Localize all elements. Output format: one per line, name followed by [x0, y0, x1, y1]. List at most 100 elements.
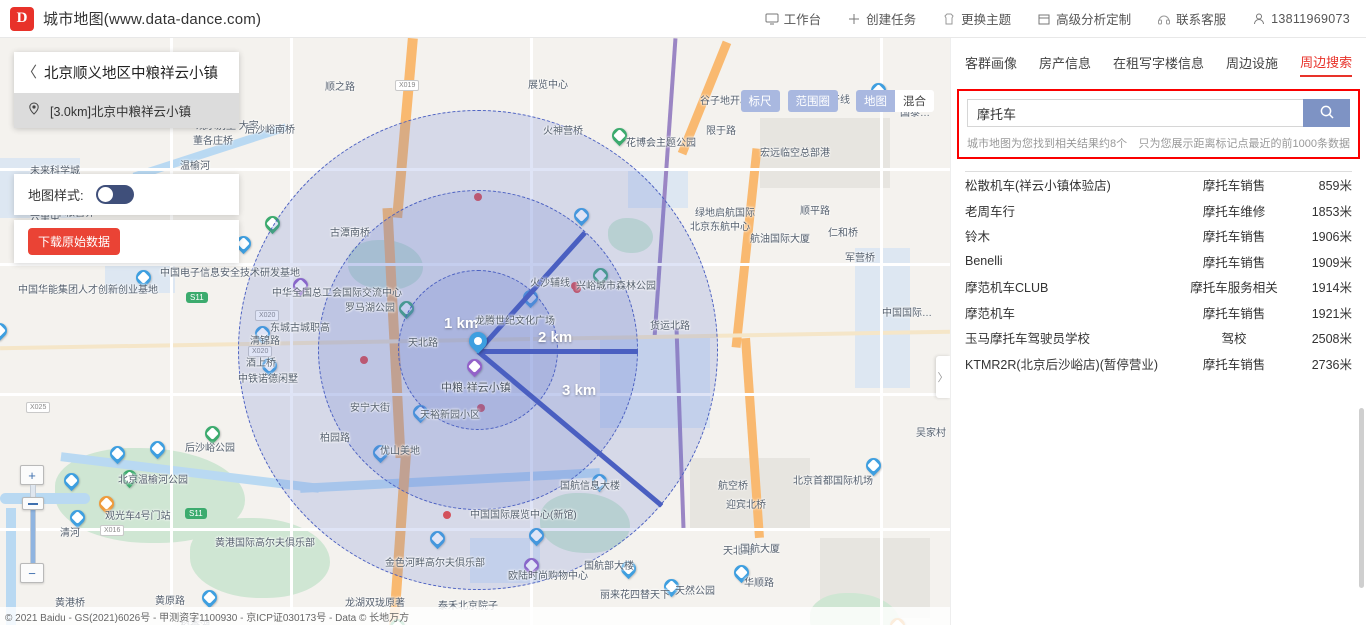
tab-1[interactable]: 房产信息 [1039, 53, 1091, 76]
search-meta: 城市地图为您找到相关结果约8个 只为您展示距离标记点最近的前1000条数据 [967, 135, 1350, 151]
range-circle-button[interactable]: 范围圈 [787, 90, 838, 112]
result-row[interactable]: Benelli 摩托车销售 1909米 [965, 249, 1352, 275]
map-style-panel: 地图样式: [14, 174, 239, 215]
zoom-control: + − [20, 465, 46, 583]
side-panel-tabs: 客群画像 房产信息 在租写字楼信息 周边设施 周边搜索 [951, 38, 1366, 87]
tab-2[interactable]: 在租写字楼信息 [1113, 53, 1204, 76]
result-distance: 1853米 [1311, 204, 1352, 219]
nav-advanced-analysis-label: 高级分析定制 [1056, 13, 1132, 27]
top-nav: 工作台 创建任务 更换主题 高级分析定制 联系客服 13811969073 [739, 9, 1366, 28]
map-style-toggle[interactable] [95, 185, 134, 204]
panel-collapse-handle[interactable]: 〉 [936, 356, 950, 398]
result-category: 摩托车销售 [1202, 230, 1266, 245]
user-icon [1252, 12, 1266, 26]
nav-contact-support[interactable]: 联系客服 [1157, 9, 1226, 28]
nav-contact-support-label: 联系客服 [1176, 13, 1227, 27]
result-name: 老周车行 [965, 204, 1016, 219]
result-row[interactable]: 松散机车(祥云小镇体验店) 摩托车销售 859米 [965, 172, 1352, 198]
nav-change-theme-label: 更换主题 [961, 13, 1012, 27]
selected-place-label: [3.0km]北京中粮祥云小镇 [50, 105, 191, 119]
search-icon [1319, 104, 1335, 123]
result-name: 摩范机车CLUB [965, 281, 1049, 296]
result-distance: 1914米 [1311, 281, 1352, 296]
result-category: 摩托车服务相关 [1190, 281, 1278, 296]
map-container[interactable]: S11 S11 X020 X025 X016 X020 X019 X019 [0, 38, 950, 625]
result-category: 驾校 [1221, 332, 1247, 347]
main-layout: S11 S11 X020 X025 X016 X020 X019 X019 [0, 38, 1366, 625]
top-bar: D 城市地图(www.data-dance.com) 工作台 创建任务 更换主题 [0, 0, 1366, 38]
nav-user-phone: 13811969073 [1271, 11, 1350, 26]
map-attribution: © 2021 Baidu - GS(2021)6026号 - 甲测资字11009… [0, 607, 950, 625]
result-row[interactable]: 摩范机车CLUB 摩托车服务相关 1914米 [965, 274, 1352, 300]
result-name: 摩范机车 [965, 306, 1016, 321]
tab-3[interactable]: 周边设施 [1226, 53, 1278, 76]
place-info-header: 〈 北京顺义地区中粮祥云小镇 [14, 52, 239, 93]
nav-create-task[interactable]: 创建任务 [847, 9, 916, 28]
result-row[interactable]: 铃木 摩托车销售 1906米 [965, 223, 1352, 249]
place-info-panel: 〈 北京顺义地区中粮祥云小镇 [3.0km]北京中粮祥云小镇 [14, 52, 239, 128]
result-distance: 859米 [1318, 179, 1352, 194]
nav-workbench[interactable]: 工作台 [765, 9, 822, 28]
result-name: 松散机车(祥云小镇体验店) [965, 179, 1111, 194]
result-row[interactable]: 玉马摩托车驾驶员学校 驾校 2508米 [965, 325, 1352, 351]
result-category: 摩托车销售 [1202, 306, 1266, 321]
result-category: 摩托车销售 [1202, 179, 1266, 194]
result-name: Benelli [965, 254, 1003, 269]
download-raw-data-button[interactable]: 下载原始数据 [28, 228, 121, 255]
nav-advanced-analysis[interactable]: 高级分析定制 [1037, 9, 1131, 28]
location-pin-icon [28, 102, 40, 119]
headset-icon [1157, 12, 1171, 26]
tab-4[interactable]: 周边搜索 [1300, 52, 1353, 77]
zoom-slider-fill [31, 503, 35, 563]
back-arrow-icon[interactable]: 〈 [22, 65, 37, 80]
calendar-icon [1037, 12, 1051, 26]
result-name: KTMR2R(北京后沙峪店)(暂停营业) [965, 357, 1159, 372]
result-distance: 1921米 [1311, 306, 1352, 321]
nav-user-account[interactable]: 13811969073 [1252, 12, 1350, 26]
map-mode-map[interactable]: 地图 [856, 90, 895, 112]
result-distance: 1909米 [1311, 255, 1352, 270]
place-title: 北京顺义地区中粮祥云小镇 [44, 66, 219, 82]
map-style-label: 地图样式: [28, 188, 84, 203]
result-distance: 2508米 [1311, 332, 1352, 347]
result-count-text: 城市地图为您找到相关结果约8个 [967, 138, 1128, 150]
download-panel: 下载原始数据 [14, 220, 239, 263]
monitor-icon [765, 12, 779, 26]
result-distance: 1906米 [1311, 230, 1352, 245]
zoom-slider-track[interactable] [22, 485, 44, 563]
results-scrollbar[interactable] [1359, 408, 1364, 588]
tab-0[interactable]: 客群画像 [965, 53, 1017, 76]
search-row [967, 99, 1350, 127]
result-row[interactable]: 摩范机车 摩托车销售 1921米 [965, 300, 1352, 326]
search-button[interactable] [1303, 99, 1350, 127]
nav-create-task-label: 创建任务 [866, 13, 917, 27]
search-input[interactable] [967, 99, 1303, 127]
result-limit-text: 只为您展示距离标记点最近的前1000条数据 [1138, 138, 1350, 150]
result-row[interactable]: 老周车行 摩托车维修 1853米 [965, 198, 1352, 224]
result-name: 铃木 [965, 230, 991, 245]
map-type-controls: 标尺 范围圈 地图 混合 [740, 90, 934, 112]
app-logo: D [10, 6, 34, 31]
zoom-slider-handle[interactable] [22, 497, 44, 510]
zoom-in-button[interactable]: + [20, 465, 44, 485]
selected-place-row[interactable]: [3.0km]北京中粮祥云小镇 [14, 93, 239, 128]
search-results-list: 松散机车(祥云小镇体验店) 摩托车销售 859米 老周车行 摩托车维修 1853米 铃木 摩托… [965, 171, 1352, 376]
result-name: 玉马摩托车驾驶员学校 [965, 332, 1091, 347]
result-category: 摩托车销售 [1202, 357, 1266, 372]
map-mode-group: 地图 混合 [856, 90, 934, 112]
brand: D 城市地图(www.data-dance.com) [0, 6, 262, 31]
side-panel: 客群画像房产信息在租写字楼信息周边设施周边搜索 城市地图为您找到相关结果约8个 … [950, 38, 1366, 625]
scale-ruler-button[interactable]: 标尺 [740, 90, 780, 112]
map-mode-hybrid[interactable]: 混合 [895, 90, 934, 112]
result-category: 摩托车维修 [1202, 204, 1266, 219]
app-title: 城市地图(www.data-dance.com) [43, 11, 262, 28]
shirt-icon [942, 12, 956, 26]
result-row[interactable]: KTMR2R(北京后沙峪店)(暂停营业) 摩托车销售 2736米 [965, 351, 1352, 377]
result-category: 摩托车销售 [1202, 255, 1266, 270]
search-panel: 城市地图为您找到相关结果约8个 只为您展示距离标记点最近的前1000条数据 [957, 89, 1360, 159]
nav-workbench-label: 工作台 [783, 13, 822, 27]
result-distance: 2736米 [1311, 357, 1352, 372]
nav-change-theme[interactable]: 更换主题 [942, 9, 1011, 28]
zoom-out-button[interactable]: − [20, 563, 44, 583]
plus-icon [847, 12, 861, 26]
